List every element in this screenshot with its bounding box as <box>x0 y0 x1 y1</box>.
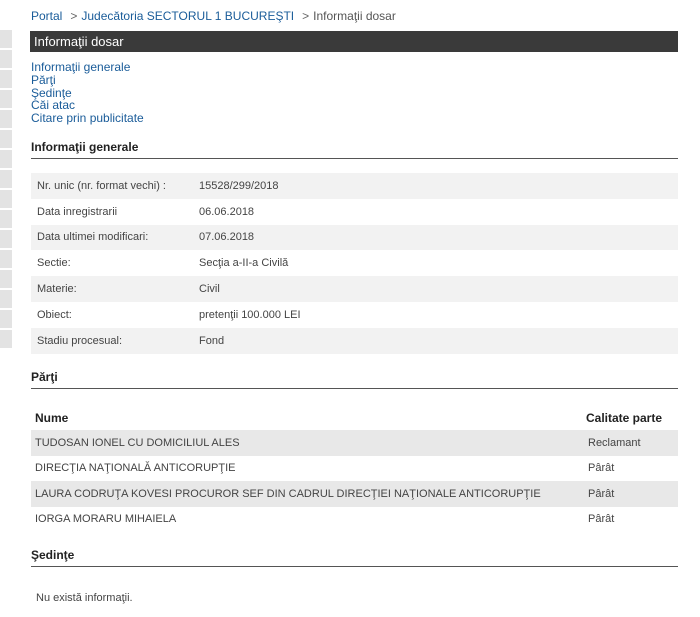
info-label: Nr. unic (nr. format vechi) : <box>31 173 199 199</box>
party-name: LAURA CODRUŢA KOVESI PROCUROR SEF DIN CA… <box>31 481 586 507</box>
section-heading-parti: Părţi <box>31 370 678 389</box>
sidebar-segment <box>0 230 12 248</box>
sidebar-segment <box>0 110 12 128</box>
section-nav: Informaţii generale Părţi Şedinţe Căi at… <box>31 61 144 125</box>
sidebar-segment <box>0 150 12 168</box>
nav-link-citare-publicitate[interactable]: Citare prin publicitate <box>31 112 144 125</box>
table-row: DIRECŢIA NAŢIONALĂ ANTICORUPŢIE Pârât <box>31 456 678 482</box>
breadcrumb: Portal > Judecătoria SECTORUL 1 BUCUREŞTI >… <box>31 9 396 23</box>
table-row: LAURA CODRUŢA KOVESI PROCUROR SEF DIN CA… <box>31 481 678 507</box>
info-value: 15528/299/2018 <box>199 173 678 199</box>
section-heading-sedinte: Şedinţe <box>31 548 678 567</box>
info-row: Data ultimei modificari: 07.06.2018 <box>31 224 678 251</box>
sidebar-segment <box>0 330 12 348</box>
info-label: Data inregistrarii <box>37 205 118 218</box>
nav-link-informatii-generale[interactable]: Informaţii generale <box>31 61 144 74</box>
info-label: Materie: <box>31 276 199 302</box>
sidebar-segment <box>0 190 12 208</box>
sidebar-segment <box>0 30 12 48</box>
general-info-table: Nr. unic (nr. format vechi) :15528/299/2… <box>31 173 678 354</box>
info-row: Stadiu procesual: Fond <box>31 327 678 354</box>
party-role: Pârât <box>588 462 615 475</box>
column-header-nume: Nume <box>35 410 69 425</box>
parti-table: Nume Calitate parte TUDOSAN IONEL CU DOM… <box>31 405 678 532</box>
table-row: IORGA MORARU MIHAIELA Pârât <box>31 507 678 533</box>
sidebar-segment <box>0 70 12 88</box>
info-row: Obiect: pretenţii 100.000 LEI <box>31 302 678 328</box>
party-name: TUDOSAN IONEL CU DOMICILIUL ALES <box>31 430 586 456</box>
info-row: Data inregistrarii 06.06.2018 <box>31 199 678 225</box>
sidebar-segment <box>0 290 12 308</box>
info-value: Civil <box>199 276 678 302</box>
info-row: Nr. unic (nr. format vechi) :15528/299/2… <box>31 173 678 199</box>
sedinte-empty-message: Nu există informaţii. <box>36 592 133 604</box>
parti-header-row: Nume Calitate parte <box>31 405 678 430</box>
table-row: TUDOSAN IONEL CU DOMICILIUL ALES Reclaman… <box>31 430 678 456</box>
section-heading-general: Informaţii generale <box>31 140 678 159</box>
breadcrumb-court-link[interactable]: Judecătoria SECTORUL 1 BUCUREŞTI <box>81 9 294 23</box>
party-role: Pârât <box>588 513 615 526</box>
sidebar-segment <box>0 250 12 268</box>
sidebar-segment <box>0 270 12 288</box>
breadcrumb-separator: > <box>70 9 78 23</box>
breadcrumb-current: Informaţii dosar <box>313 9 396 23</box>
info-row: Sectie: Secţia a-II-a Civilă <box>31 250 678 276</box>
sidebar-segment <box>0 210 12 228</box>
info-row: Materie: Civil <box>31 276 678 302</box>
breadcrumb-portal-link[interactable]: Portal <box>31 9 62 23</box>
column-header-calitate: Calitate parte <box>586 410 663 425</box>
info-value: 06.06.2018 <box>199 205 255 218</box>
sidebar-segment <box>0 50 12 68</box>
info-label: Data ultimei modificari: <box>31 224 199 251</box>
info-label: Sectie: <box>37 257 71 270</box>
sidebar-segment <box>0 170 12 188</box>
party-role: Reclamant <box>586 430 678 456</box>
party-name: DIRECŢIA NAŢIONALĂ ANTICORUPŢIE <box>35 462 236 475</box>
party-role: Pârât <box>586 481 678 507</box>
sidebar-segment <box>0 90 12 108</box>
sidebar-segment <box>0 310 12 328</box>
left-sidebar-strip <box>0 30 12 360</box>
info-label: Obiect: <box>37 308 72 321</box>
party-name: IORGA MORARU MIHAIELA <box>35 513 177 526</box>
sidebar-segment <box>0 130 12 148</box>
nav-link-parti[interactable]: Părţi <box>31 73 144 87</box>
info-value: Secţia a-II-a Civilă <box>199 257 289 270</box>
info-value: 07.06.2018 <box>199 224 678 251</box>
page-title: Informaţii dosar <box>30 31 678 52</box>
info-value: Fond <box>199 327 678 354</box>
info-value: pretenţii 100.000 LEI <box>199 308 301 321</box>
info-label: Stadiu procesual: <box>31 327 199 354</box>
breadcrumb-separator: > <box>302 9 310 23</box>
